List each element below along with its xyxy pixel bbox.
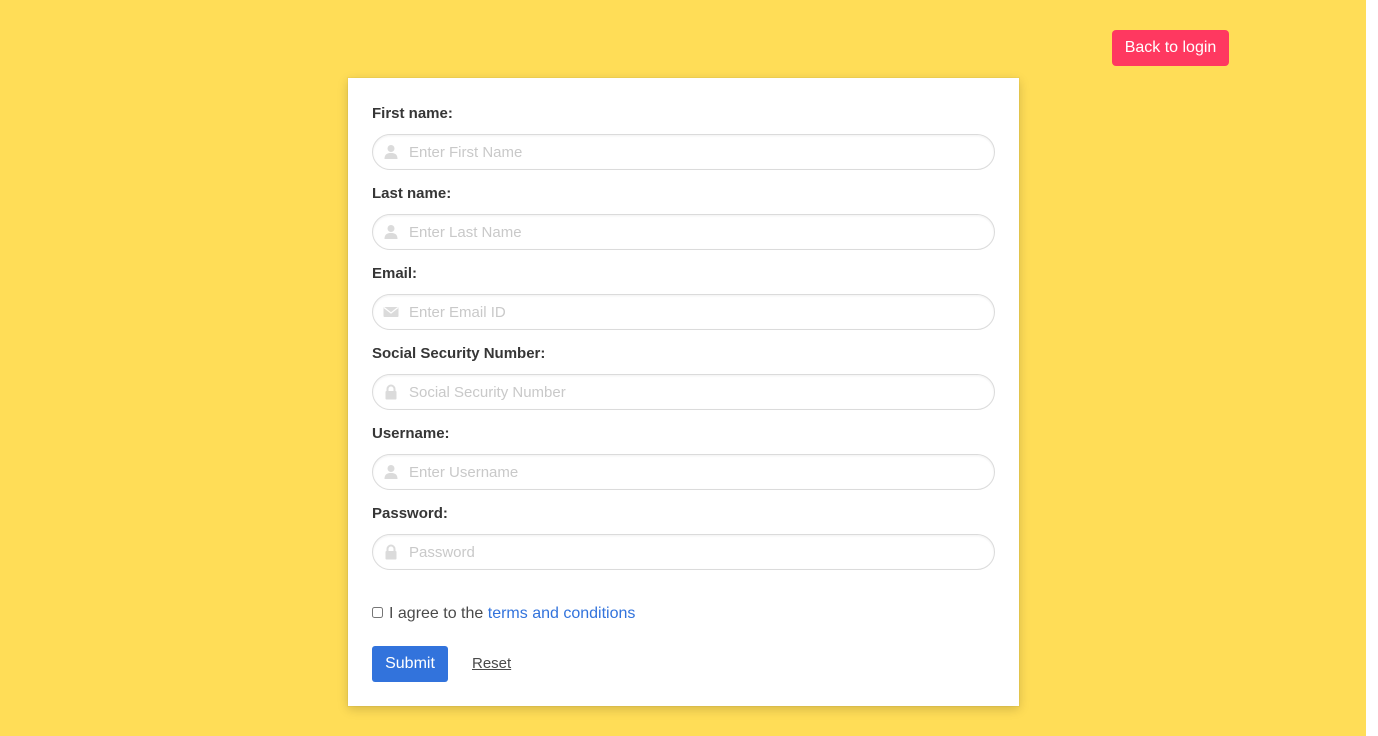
page-background: Back to login First name: Last name: Ema… (0, 0, 1366, 736)
last-name-control (372, 214, 995, 250)
terms-link[interactable]: terms and conditions (488, 605, 636, 622)
email-label: Email: (372, 265, 418, 282)
lock-icon (383, 544, 399, 560)
password-label: Password: (372, 505, 448, 522)
email-control (372, 294, 995, 330)
ssn-input[interactable] (409, 375, 979, 409)
terms-prefix: I agree to the (389, 605, 484, 622)
terms-text: I agree to the terms and conditions (389, 604, 635, 624)
user-icon (383, 144, 399, 160)
email-input[interactable] (409, 295, 979, 329)
reset-button[interactable]: Reset (472, 654, 511, 674)
lock-icon (383, 384, 399, 400)
username-control (372, 454, 995, 490)
username-input[interactable] (409, 455, 979, 489)
first-name-control (372, 134, 995, 170)
back-to-login-button[interactable]: Back to login (1112, 30, 1229, 66)
password-input[interactable] (409, 535, 979, 569)
first-name-input[interactable] (409, 135, 979, 169)
user-icon (383, 464, 399, 480)
signup-form-card: First name: Last name: Email: Social Sec… (348, 78, 1019, 706)
envelope-icon (383, 304, 399, 320)
last-name-label: Last name: (372, 185, 452, 202)
first-name-label: First name: (372, 105, 453, 122)
terms-checkbox[interactable] (372, 607, 383, 618)
username-label: Username: (372, 425, 450, 442)
last-name-input[interactable] (409, 215, 979, 249)
submit-button[interactable]: Submit (372, 646, 448, 682)
ssn-label: Social Security Number: (372, 345, 546, 362)
user-icon (383, 224, 399, 240)
ssn-control (372, 374, 995, 410)
password-control (372, 534, 995, 570)
